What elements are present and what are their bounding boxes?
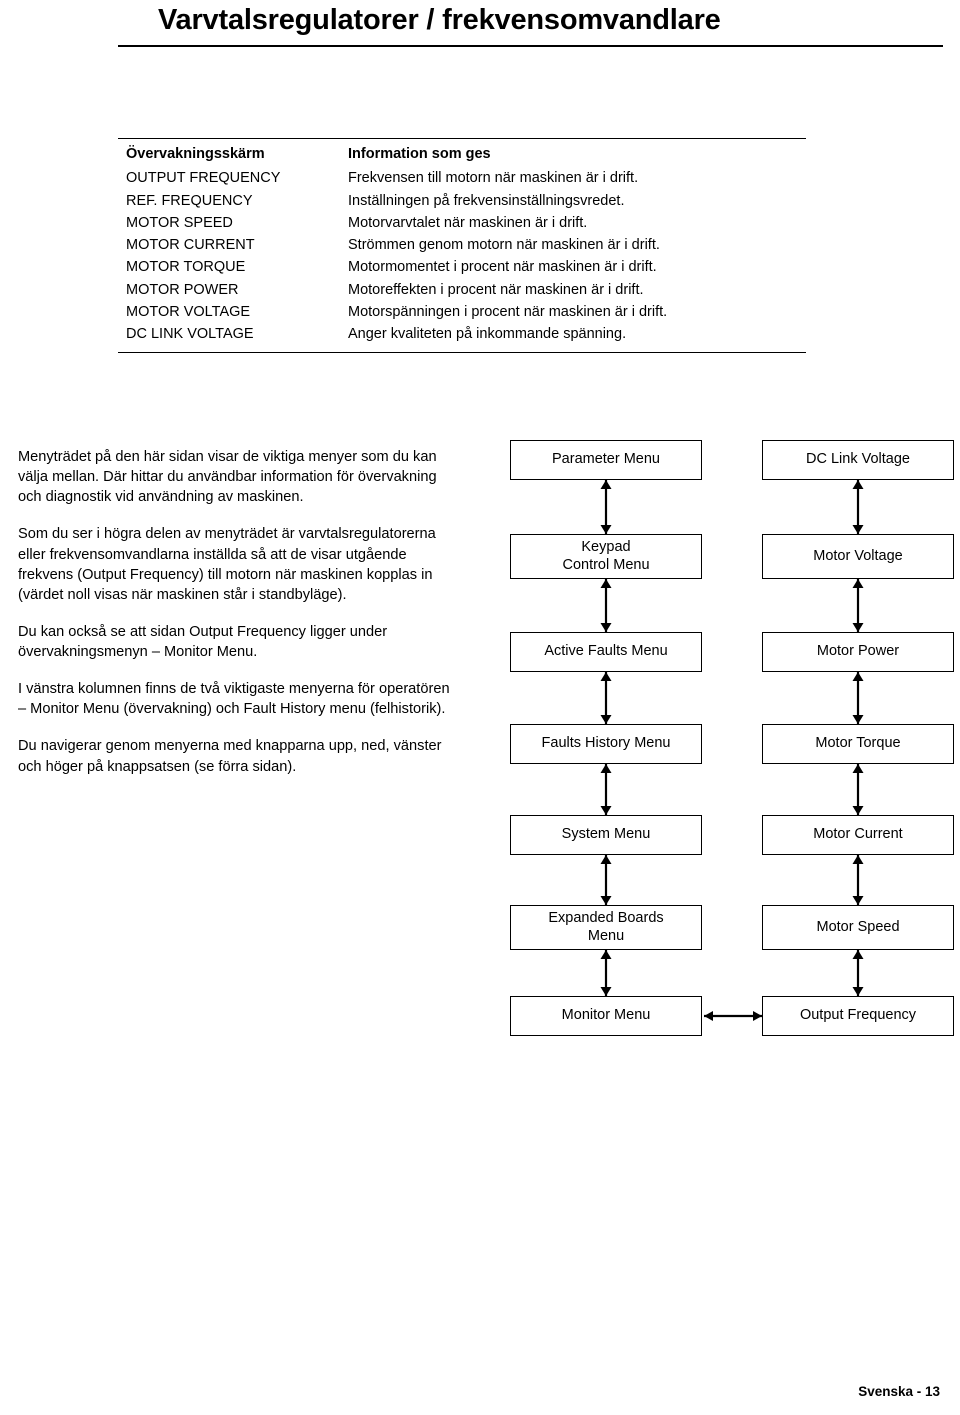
table-header-screen: Övervakningsskärm	[126, 146, 265, 162]
table-cell-screen: MOTOR CURRENT	[126, 237, 255, 254]
menu-node-motor-voltage: Motor Voltage	[762, 534, 954, 579]
page-header: Varvtalsregulatorer / frekvensomvandlare	[0, 0, 960, 52]
table-cell-screen: MOTOR VOLTAGE	[126, 303, 251, 320]
connector-arrow-vertical	[850, 764, 866, 815]
header-divider	[118, 45, 943, 47]
table-header-row: Övervakningsskärm Information som ges	[118, 143, 806, 167]
connector-arrow-vertical	[850, 579, 866, 632]
connector-arrow-vertical	[598, 579, 614, 632]
paragraph-2: Som du ser i högra delen av menyträdet ä…	[18, 526, 436, 603]
connector-arrow-horizontal	[704, 1009, 762, 1023]
table-cell-info: Frekvensen till motorn när maskinen är i…	[348, 170, 639, 187]
menu-node-motor-speed: Motor Speed	[762, 905, 954, 950]
table-cell-info: Motormomentet i procent när maskinen är …	[348, 259, 657, 276]
menu-node-motor-torque: Motor Torque	[762, 724, 954, 764]
table-cell-info: Motorspänningen i procent när maskinen ä…	[348, 303, 668, 320]
table-row: REF. FREQUENCY Inställningen på frekvens…	[118, 190, 806, 212]
connector-arrow-vertical	[850, 672, 866, 724]
table-row: MOTOR CURRENT Strömmen genom motorn när …	[118, 234, 806, 256]
monitor-screens-table: Övervakningsskärm Information som ges OU…	[118, 138, 806, 353]
table-row: MOTOR VOLTAGE Motorspänningen i procent …	[118, 301, 806, 323]
paragraph-3: Du kan också se att sidan Output Frequen…	[18, 623, 388, 660]
paragraph-1: Menyträdet på den här sidan visar de vik…	[18, 449, 437, 506]
menu-node-expanded-boards-menu: Expanded Boards Menu	[510, 905, 702, 950]
table-cell-info: Anger kvaliteten på inkommande spänning.	[348, 326, 627, 343]
menu-tree-diagram: Parameter Menu Keypad Control Menu Active…	[500, 440, 960, 1050]
table-cell-info: Strömmen genom motorn när maskinen är i …	[348, 237, 660, 254]
paragraph-5: Du navigerar genom menyerna med knapparn…	[18, 738, 442, 775]
table-cell-screen: REF. FREQUENCY	[126, 192, 253, 209]
connector-arrow-vertical	[598, 480, 614, 534]
menu-node-monitor-menu: Monitor Menu	[510, 996, 702, 1036]
menu-node-motor-current: Motor Current	[762, 815, 954, 855]
connector-arrow-vertical	[598, 950, 614, 996]
menu-node-parameter-menu: Parameter Menu	[510, 440, 702, 480]
connector-arrow-vertical	[598, 672, 614, 724]
table-cell-screen: MOTOR SPEED	[126, 214, 233, 231]
table-row: MOTOR SPEED Motorvarvtalet när maskinen …	[118, 212, 806, 234]
connector-arrow-vertical	[850, 855, 866, 905]
menu-node-system-menu: System Menu	[510, 815, 702, 855]
table-row: OUTPUT FREQUENCY Frekvensen till motorn …	[118, 167, 806, 189]
menu-node-dc-link-voltage: DC Link Voltage	[762, 440, 954, 480]
connector-arrow-vertical	[850, 480, 866, 534]
menu-node-active-faults-menu: Active Faults Menu	[510, 632, 702, 672]
menu-node-keypad-control-menu: Keypad Control Menu	[510, 534, 702, 579]
table-cell-screen: MOTOR TORQUE	[126, 259, 246, 276]
paragraph-4: I vänstra kolumnen finns de två viktigas…	[18, 681, 450, 718]
table-row: MOTOR POWER Motoreffekten i procent när …	[118, 279, 806, 301]
table-header-info: Information som ges	[348, 146, 491, 162]
table-row: MOTOR TORQUE Motormomentet i procent när…	[118, 256, 806, 278]
table-cell-screen: MOTOR POWER	[126, 281, 239, 298]
table-cell-info: Motoreffekten i procent när maskinen är …	[348, 281, 644, 298]
connector-arrow-vertical	[598, 764, 614, 815]
page-footer: Svenska - 13	[858, 1384, 940, 1399]
table-cell-info: Motorvarvtalet när maskinen är i drift.	[348, 214, 588, 231]
menu-node-output-frequency: Output Frequency	[762, 996, 954, 1036]
body-text-column: Menyträdet på den här sidan visar de vik…	[18, 447, 458, 794]
menu-node-faults-history-menu: Faults History Menu	[510, 724, 702, 764]
menu-node-motor-power: Motor Power	[762, 632, 954, 672]
connector-arrow-vertical	[598, 855, 614, 905]
connector-arrow-vertical	[850, 950, 866, 996]
page-title: Varvtalsregulatorer / frekvensomvandlare	[158, 4, 721, 36]
table-row: DC LINK VOLTAGE Anger kvaliteten på inko…	[118, 323, 806, 345]
table-cell-screen: DC LINK VOLTAGE	[126, 326, 254, 343]
table-cell-screen: OUTPUT FREQUENCY	[126, 170, 281, 187]
table-cell-info: Inställningen på frekvensinställningsvre…	[348, 192, 625, 209]
